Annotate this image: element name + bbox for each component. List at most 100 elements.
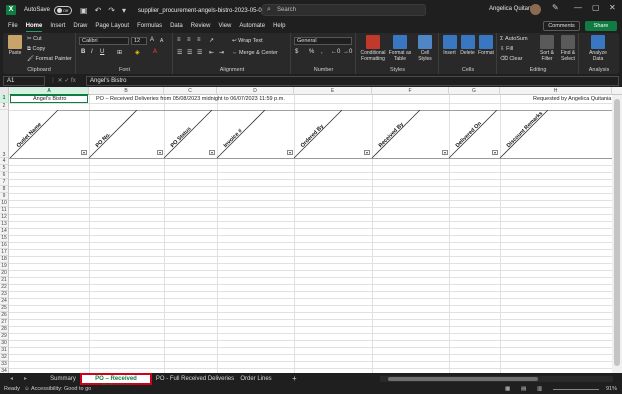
comma-icon[interactable]: , <box>321 49 323 55</box>
customize-qat-icon[interactable]: ▾ <box>122 6 126 15</box>
column-header-a[interactable]: A <box>10 87 89 95</box>
borders-icon[interactable]: ⊞ <box>117 49 122 56</box>
column-header-b[interactable]: B <box>89 87 164 95</box>
autosave-toggle[interactable]: Off <box>54 5 73 15</box>
row-header[interactable]: 29 <box>0 333 9 340</box>
increase-decimal-icon[interactable]: ←0 <box>331 49 340 55</box>
decrease-indent-icon[interactable]: ⇤ <box>209 49 214 56</box>
align-bottom-icon[interactable]: ≡ <box>197 37 201 43</box>
tab-help[interactable]: Help <box>273 20 285 32</box>
filter-dropdown-icon[interactable]: ▾ <box>209 150 215 155</box>
number-format-select[interactable]: General <box>294 37 352 45</box>
analyze-data-button[interactable]: Analyze Data <box>584 35 612 62</box>
row-header[interactable]: 31 <box>0 347 9 354</box>
save-icon[interactable]: ▣ <box>80 6 88 15</box>
next-sheet-icon[interactable]: ▸ <box>24 373 27 385</box>
font-family-select[interactable]: Calibri <box>79 37 129 45</box>
paste-button[interactable]: Paste <box>7 35 23 56</box>
horizontal-scroll-thumb[interactable] <box>388 377 538 381</box>
row-header[interactable]: 27 <box>0 319 9 326</box>
name-box[interactable]: A1 <box>3 76 45 86</box>
normal-view-icon[interactable]: ▦ <box>505 385 510 394</box>
italic-icon[interactable]: I <box>91 49 93 55</box>
wrap-text-button[interactable]: ↩ Wrap Text <box>232 38 263 44</box>
row-header[interactable]: 17 <box>0 249 9 256</box>
align-left-icon[interactable]: ☰ <box>177 49 182 56</box>
autosum-button[interactable]: Σ AutoSum <box>500 36 528 42</box>
redo-icon[interactable]: ↷ <box>108 6 115 15</box>
vertical-scroll-thumb[interactable] <box>614 99 620 366</box>
filter-dropdown-icon[interactable]: ▾ <box>287 150 293 155</box>
percent-icon[interactable]: % <box>309 49 314 55</box>
align-top-icon[interactable]: ≡ <box>177 37 181 43</box>
row-header[interactable]: 20 <box>0 270 9 277</box>
column-header-c[interactable]: C <box>164 87 217 95</box>
decrease-decimal-icon[interactable]: →0 <box>343 49 352 55</box>
row-header[interactable]: 2 <box>0 103 9 110</box>
bold-icon[interactable]: B <box>81 49 85 55</box>
tab-data[interactable]: Data <box>170 20 183 32</box>
column-header-h[interactable]: H <box>500 87 612 95</box>
vertical-scrollbar[interactable] <box>612 95 622 373</box>
row-header[interactable]: 30 <box>0 340 9 347</box>
merge-center-button[interactable]: ⇔ Merge & Center <box>232 50 278 56</box>
row-header[interactable]: 14 <box>0 228 9 235</box>
orientation-icon[interactable]: ↗ <box>209 37 214 44</box>
sheet-tab-po-full-received-deliveries[interactable]: PO - Full Received Deliveries <box>155 373 235 385</box>
underline-icon[interactable]: U <box>100 49 104 55</box>
tab-review[interactable]: Review <box>191 20 211 32</box>
row-header[interactable]: 7 <box>0 179 9 186</box>
row-header[interactable]: 15 <box>0 235 9 242</box>
row-header[interactable]: 12 <box>0 214 9 221</box>
row-header[interactable]: 32 <box>0 354 9 361</box>
row-header[interactable]: 26 <box>0 312 9 319</box>
cut-button[interactable]: ✂ Cut <box>27 36 42 42</box>
accounting-icon[interactable]: $ <box>295 49 298 55</box>
column-header-d[interactable]: D <box>217 87 294 95</box>
copy-button[interactable]: ⧉ Copy <box>27 46 45 53</box>
row-header[interactable]: 9 <box>0 193 9 200</box>
row-header[interactable]: 6 <box>0 172 9 179</box>
row-header[interactable]: 11 <box>0 207 9 214</box>
delete-cells-button[interactable]: Delete <box>459 35 476 56</box>
increase-indent-icon[interactable]: ⇥ <box>219 49 224 56</box>
clear-button[interactable]: ⌫ Clear <box>500 56 522 62</box>
tab-home[interactable]: Home <box>25 20 42 32</box>
user-name[interactable]: Angelica Quitania <box>489 6 536 12</box>
decrease-font-icon[interactable]: A <box>160 38 163 44</box>
page-break-view-icon[interactable]: ▥ <box>537 385 542 394</box>
conditional-formatting-button[interactable]: Conditional Formatting <box>360 35 386 62</box>
worksheet-grid[interactable]: A B C D E F G H 1 2 3 4 5 6 7 8 9 10 11 … <box>0 87 622 373</box>
row-header[interactable]: 13 <box>0 221 9 228</box>
add-sheet-icon[interactable]: + <box>292 373 297 385</box>
tab-view[interactable]: View <box>218 20 231 32</box>
tab-insert[interactable]: Insert <box>50 20 65 32</box>
sheet-tab-summary[interactable]: Summary <box>46 373 80 385</box>
format-painter-button[interactable]: 🖌 Format Painter <box>27 56 72 62</box>
tab-formulas[interactable]: Formulas <box>137 20 162 32</box>
cell-h1[interactable]: Requested by Angelica Quitania <box>533 96 611 102</box>
format-cells-button[interactable]: Format <box>477 35 495 56</box>
row-header[interactable]: 21 <box>0 277 9 284</box>
align-middle-icon[interactable]: ≡ <box>187 37 191 43</box>
row-header[interactable]: 5 <box>0 165 9 172</box>
row-header[interactable]: 4 <box>0 158 9 165</box>
sort-filter-button[interactable]: Sort & Filter <box>538 35 556 62</box>
font-size-select[interactable]: 12 <box>131 37 147 45</box>
comments-button[interactable]: Comments <box>543 21 580 31</box>
prev-sheet-icon[interactable]: ◂ <box>10 373 13 385</box>
undo-icon[interactable]: ↶ <box>95 6 102 15</box>
row-header[interactable]: 8 <box>0 186 9 193</box>
page-layout-view-icon[interactable]: ▤ <box>521 385 526 394</box>
row-header[interactable]: 24 <box>0 298 9 305</box>
search-box[interactable]: ⌕ Search <box>262 4 426 16</box>
cell-b1[interactable]: PO – Received Deliveries from 05/08/2023… <box>96 96 285 102</box>
insert-cells-button[interactable]: Insert <box>441 35 458 56</box>
increase-font-icon[interactable]: A <box>150 37 154 43</box>
accessibility-status[interactable]: Accessibility: Good to go <box>31 385 91 394</box>
filter-dropdown-icon[interactable]: ▾ <box>157 150 163 155</box>
font-color-icon[interactable]: A <box>153 49 157 55</box>
share-button[interactable]: Share <box>585 21 617 31</box>
align-right-icon[interactable]: ☰ <box>197 49 202 56</box>
close-icon[interactable]: ✕ <box>609 3 616 12</box>
